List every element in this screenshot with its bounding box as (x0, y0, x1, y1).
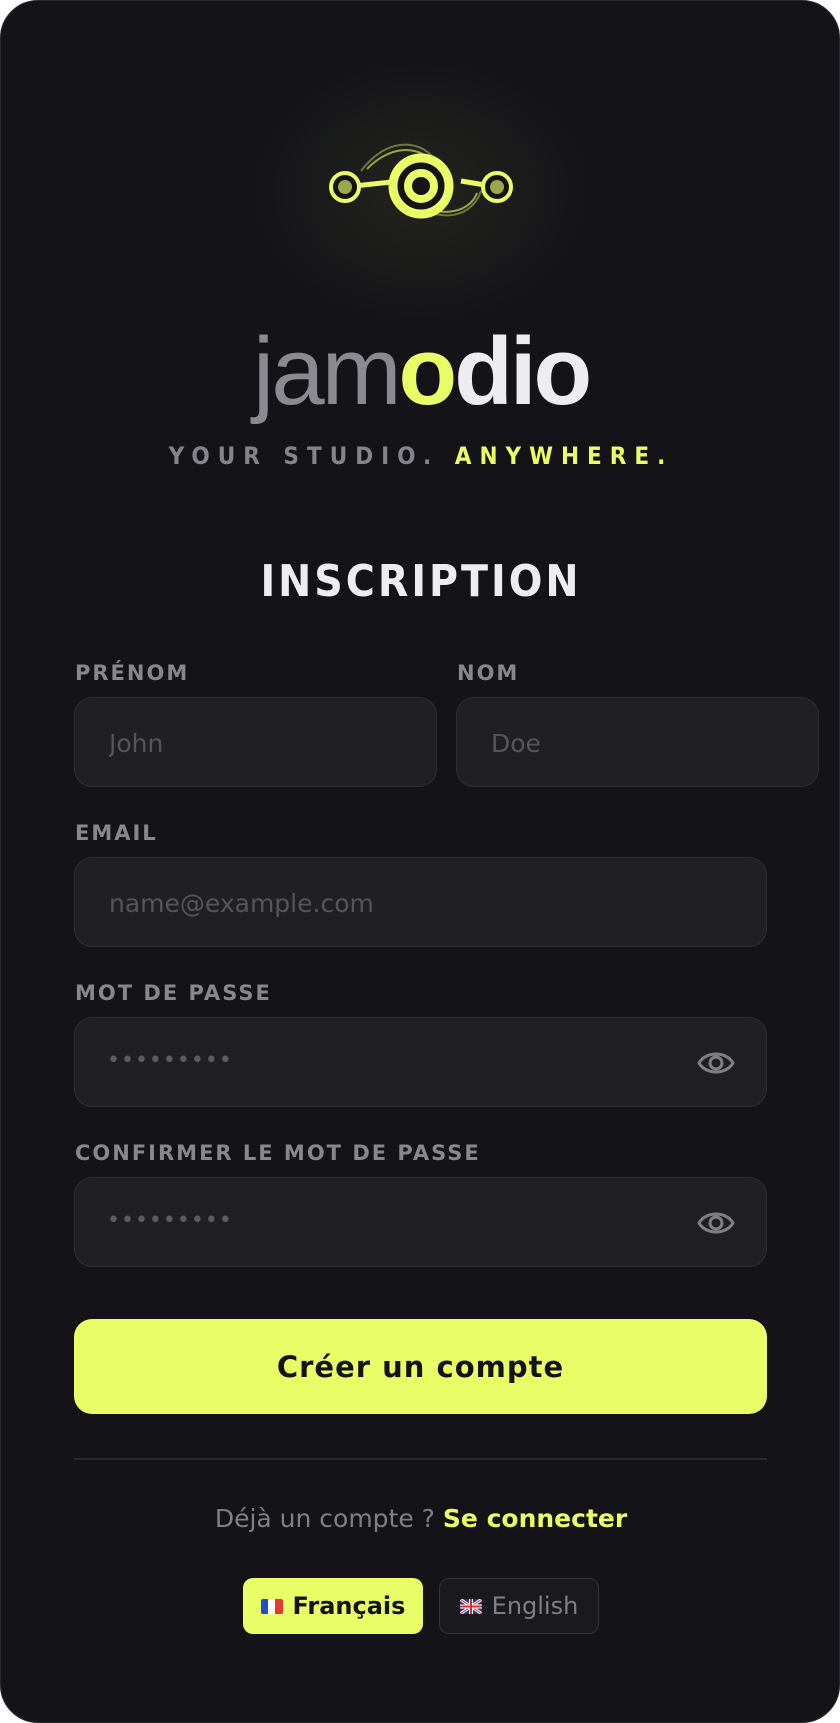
language-french-button[interactable]: Français (243, 1578, 423, 1634)
confirm-password-mask[interactable]: ••••••••• (107, 1208, 233, 1233)
language-english-label: English (491, 1592, 579, 1620)
first-name-input[interactable] (107, 698, 352, 788)
password-mask[interactable]: ••••••••• (107, 1048, 233, 1073)
signin-row: Déjà un compte ? Se connecter (1, 1504, 839, 1533)
fr-flag-icon (260, 1598, 283, 1614)
eye-icon[interactable] (696, 1045, 736, 1081)
email-input[interactable] (107, 858, 682, 948)
language-french-label: Français (292, 1592, 406, 1620)
tagline-part-b: ANYWHERE. (454, 442, 674, 470)
divider (74, 1458, 767, 1460)
language-english-button[interactable]: English (439, 1578, 599, 1634)
first-name-label: PRÉNOM (75, 661, 190, 685)
eye-icon[interactable] (696, 1205, 736, 1241)
last-name-label: NOM (457, 661, 520, 685)
wordmark-bold: dio (454, 318, 592, 425)
uk-flag-icon (459, 1598, 482, 1614)
wordmark-light: jam (252, 318, 402, 425)
tagline-part-a: YOUR STUDIO. (168, 442, 440, 470)
signup-card: jamodio YOUR STUDIO. ANYWHERE. INSCRIPTI… (0, 0, 840, 1723)
jamodio-wordmark: jamodio (1, 317, 839, 427)
page-title: INSCRIPTION (260, 556, 582, 607)
confirm-password-label: CONFIRMER LE MOT DE PASSE (75, 1141, 481, 1165)
tagline: YOUR STUDIO. ANYWHERE. (1, 442, 839, 470)
wordmark-o: o (398, 318, 458, 425)
last-name-input[interactable] (489, 698, 734, 788)
signin-link[interactable]: Se connecter (443, 1504, 627, 1533)
password-label: MOT DE PASSE (75, 981, 272, 1005)
confirm-password-field[interactable]: ••••••••• (74, 1177, 767, 1267)
email-field[interactable] (74, 857, 767, 948)
first-name-field[interactable] (74, 697, 437, 788)
password-field[interactable]: ••••••••• (74, 1017, 767, 1107)
jamodio-logo-icon (329, 143, 513, 219)
email-label: EMAIL (75, 821, 158, 845)
create-account-button[interactable]: Créer un compte (74, 1319, 767, 1414)
last-name-field[interactable] (456, 697, 819, 788)
have-account-text: Déjà un compte ? (214, 1504, 435, 1533)
